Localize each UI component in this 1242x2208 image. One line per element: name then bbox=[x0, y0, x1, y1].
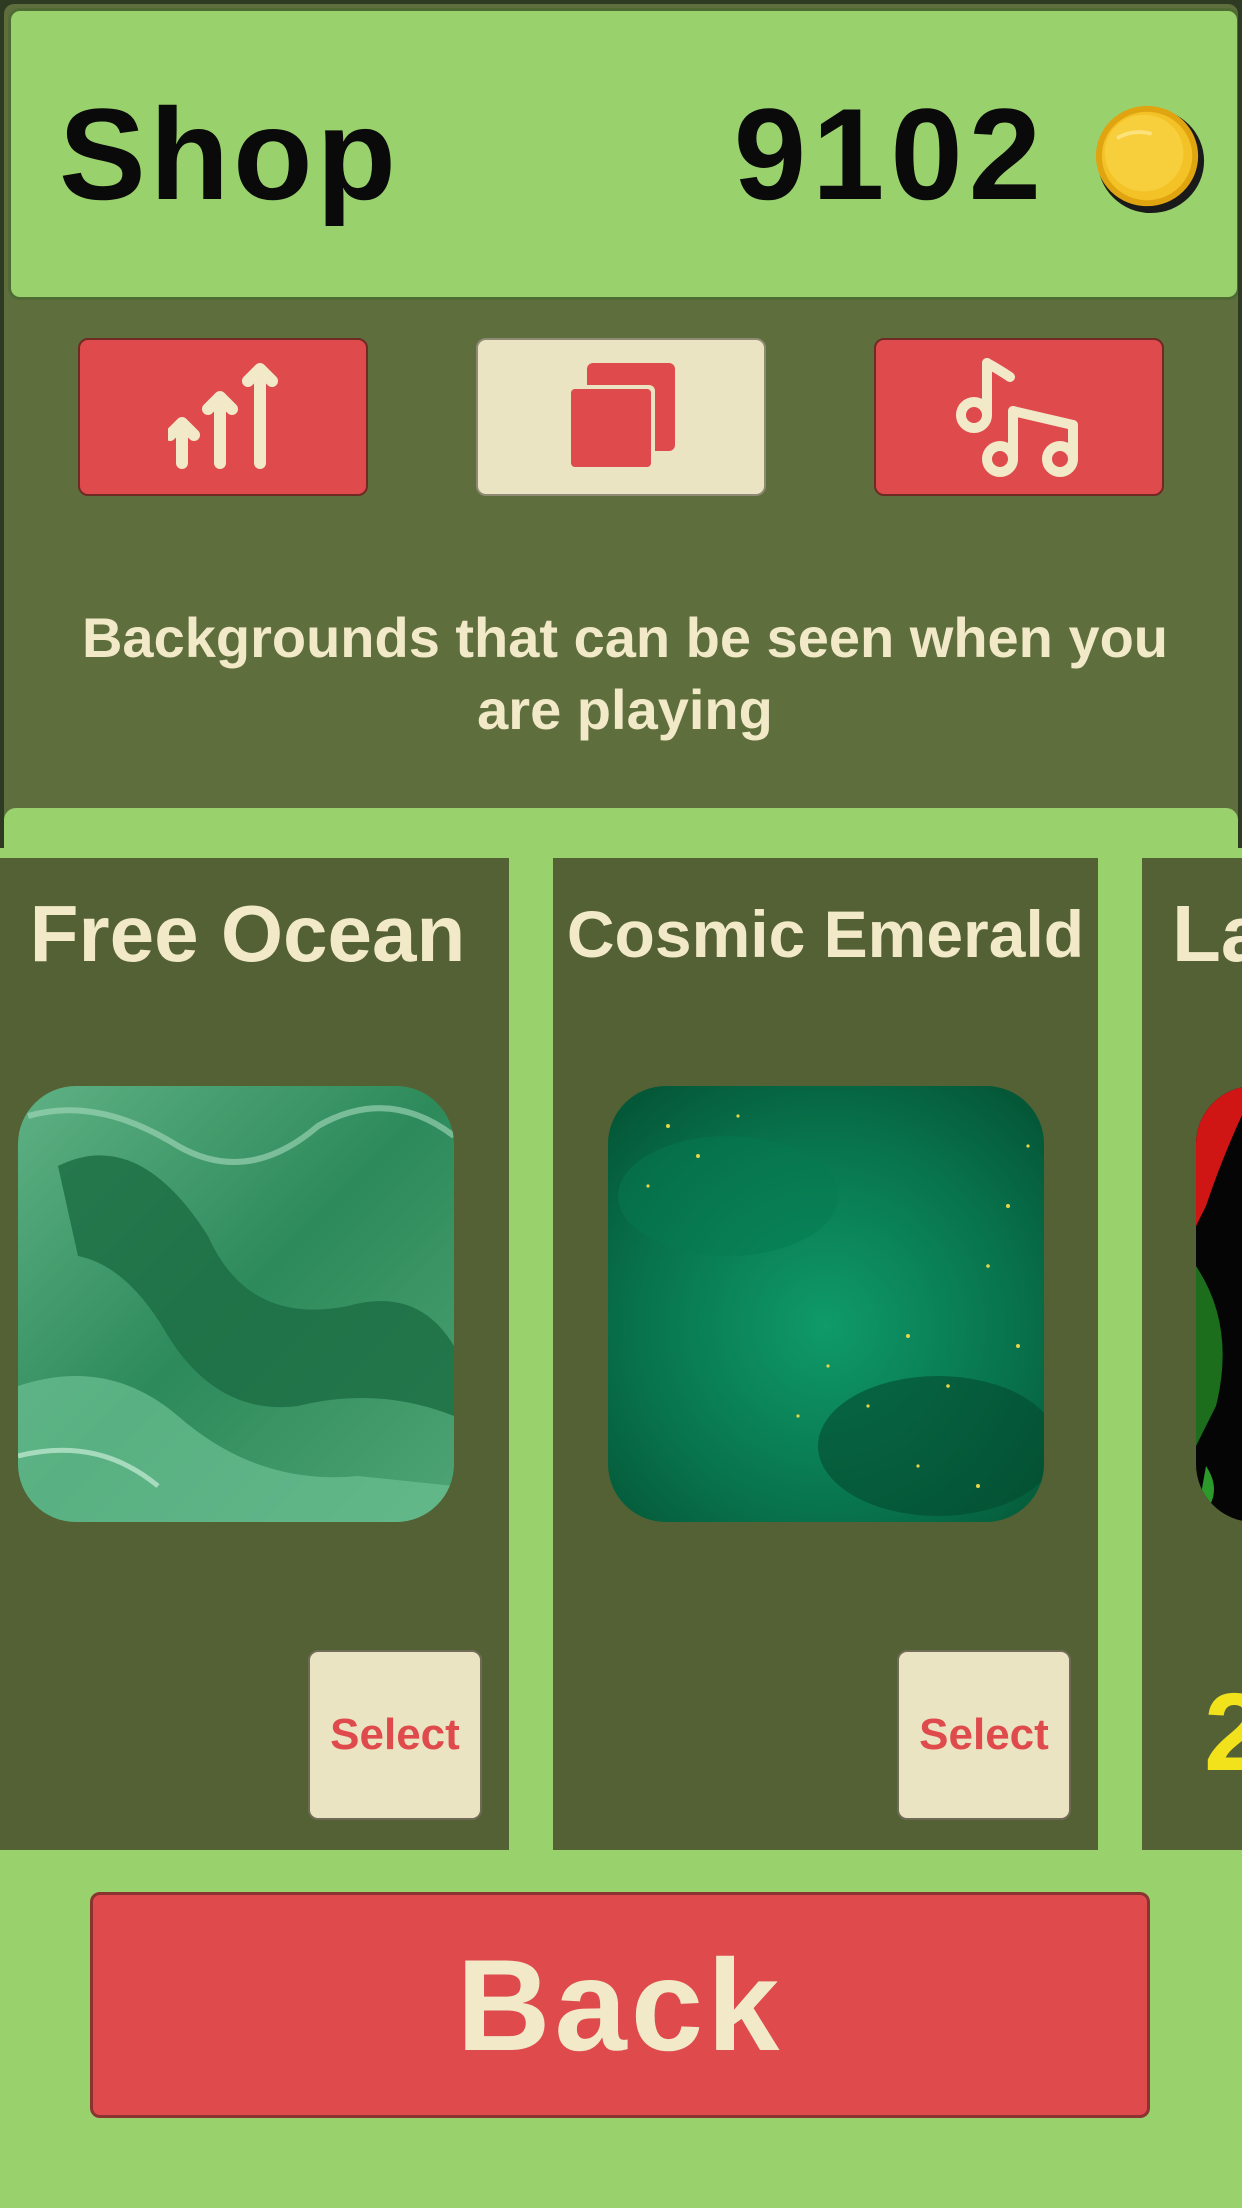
section-description: Backgrounds that can be seen when you ar… bbox=[81, 606, 1168, 741]
nebula-texture bbox=[608, 1086, 1044, 1522]
page-title: Shop bbox=[59, 81, 400, 227]
shop-item-card[interactable]: Free Ocean Select bbox=[0, 858, 509, 1850]
music-notes-icon bbox=[956, 358, 1078, 477]
item-title: Cosmic Emerald bbox=[566, 897, 1085, 971]
shop-item-card[interactable]: La 2 bbox=[1142, 858, 1242, 1850]
background-preview-image bbox=[18, 1086, 454, 1522]
back-button[interactable]: Back bbox=[90, 1892, 1150, 2118]
header-bar: Shop 9102 bbox=[8, 8, 1238, 300]
layers-icon bbox=[567, 363, 675, 471]
item-title: La bbox=[1172, 889, 1242, 978]
background-preview-image bbox=[1196, 1086, 1242, 1522]
tab-backgrounds[interactable] bbox=[476, 338, 766, 496]
select-button[interactable]: Select bbox=[897, 1650, 1071, 1820]
tab-upgrades[interactable] bbox=[78, 338, 368, 496]
gold-coin-icon bbox=[1095, 105, 1205, 214]
item-title: Free Ocean bbox=[29, 889, 466, 978]
coin-balance: 9102 bbox=[733, 81, 1047, 227]
upgrade-arrows-icon bbox=[168, 363, 278, 469]
background-preview-image bbox=[608, 1086, 1044, 1522]
item-price: 2 bbox=[1204, 1671, 1242, 1794]
marble-texture bbox=[18, 1086, 454, 1522]
shop-item-card[interactable]: Cosmic Emerald Select bbox=[553, 858, 1098, 1850]
red-abstract-texture bbox=[1196, 1086, 1242, 1522]
tab-music[interactable] bbox=[874, 338, 1164, 496]
select-button[interactable]: Select bbox=[308, 1650, 482, 1820]
